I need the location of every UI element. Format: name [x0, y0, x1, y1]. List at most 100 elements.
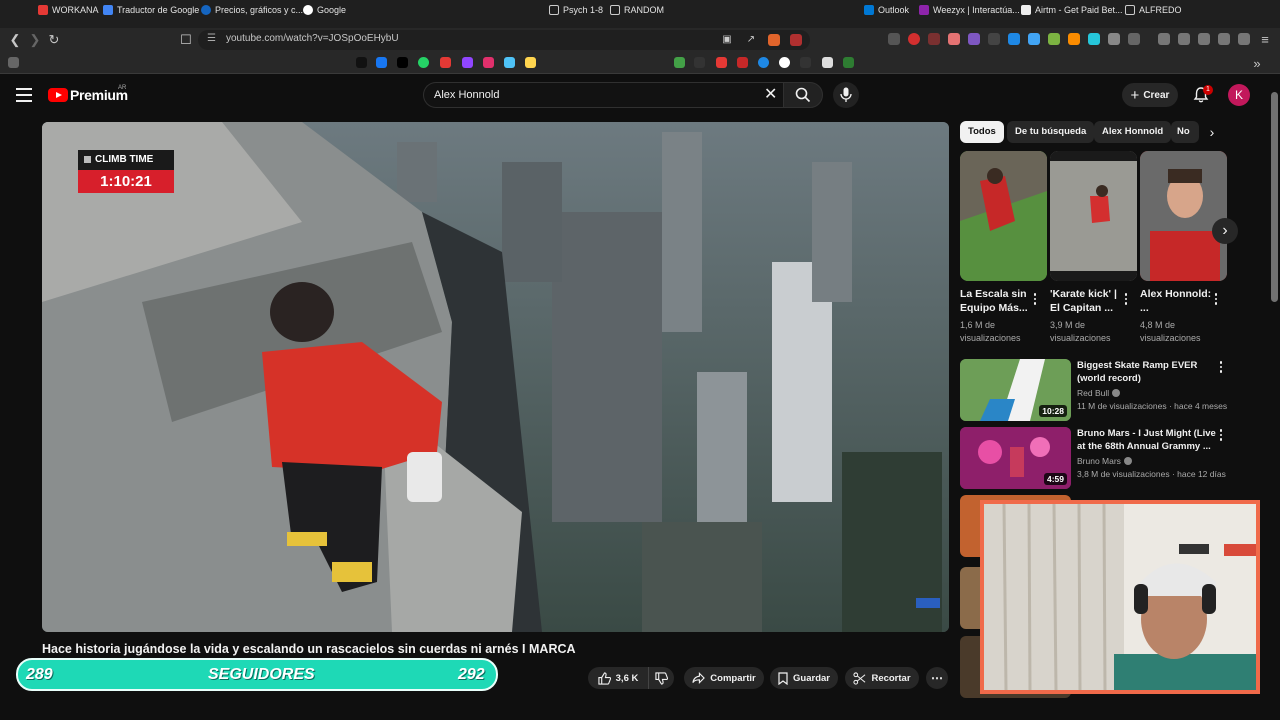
- twitch-icon[interactable]: [462, 57, 473, 68]
- youtube-logo-icon[interactable]: [48, 88, 68, 102]
- extension-icon[interactable]: [1048, 33, 1060, 45]
- bookmark-star-icon[interactable]: ☐: [179, 33, 193, 47]
- bookmark-item[interactable]: Weezyx | Interactúa...: [919, 5, 1020, 15]
- extension-icon[interactable]: [1068, 33, 1080, 45]
- short-title[interactable]: La Escala sin Equipo Más...: [960, 287, 1032, 315]
- clip-button[interactable]: Recortar: [845, 667, 919, 689]
- chips-next-arrow-icon[interactable]: ›: [1200, 121, 1224, 143]
- related-channel[interactable]: Red Bull: [1077, 388, 1121, 398]
- tiktok-icon[interactable]: [356, 57, 367, 68]
- more-actions-button[interactable]: ⋯: [926, 667, 948, 689]
- search-input[interactable]: Alex Honnold: [423, 82, 783, 108]
- reload-icon[interactable]: ↻: [47, 33, 61, 47]
- wallet-icon[interactable]: [1198, 33, 1210, 45]
- forward-icon[interactable]: ❯: [28, 33, 42, 47]
- shorts-next-arrow-icon[interactable]: ›: [1212, 218, 1238, 244]
- related-channel[interactable]: Bruno Mars: [1077, 456, 1132, 466]
- like-button[interactable]: 3,6 K: [588, 667, 648, 689]
- brave-shield-icon[interactable]: [768, 34, 780, 46]
- extensions-puzzle-icon[interactable]: [1108, 33, 1120, 45]
- search-button[interactable]: [783, 82, 823, 108]
- back-icon[interactable]: ❮: [8, 33, 22, 47]
- bookmark-folder[interactable]: ALFREDO: [1125, 5, 1182, 15]
- bookmark-icon[interactable]: [525, 57, 536, 68]
- x-icon[interactable]: [397, 57, 408, 68]
- extension-icon[interactable]: [968, 33, 980, 45]
- short-menu-icon[interactable]: [1033, 293, 1037, 305]
- bookmark-icon[interactable]: [674, 57, 685, 68]
- related-thumbnail[interactable]: 10:28: [960, 359, 1071, 421]
- extension-icon[interactable]: [948, 33, 960, 45]
- chip-from-search[interactable]: De tu búsqueda: [1007, 121, 1095, 143]
- cast-icon[interactable]: ▣: [720, 33, 734, 47]
- bookmark-item[interactable]: Google: [303, 5, 346, 15]
- extension-icon[interactable]: [888, 33, 900, 45]
- create-button[interactable]: + Crear: [1122, 83, 1178, 107]
- related-menu-icon[interactable]: [1219, 361, 1223, 373]
- chip-all[interactable]: Todos: [960, 121, 1004, 143]
- short-title[interactable]: 'Karate kick' | El Capitan ...: [1050, 287, 1122, 315]
- youtube-icon[interactable]: [440, 57, 451, 68]
- extension-icon[interactable]: [908, 33, 920, 45]
- whatsapp-icon[interactable]: [418, 57, 429, 68]
- bookmark-folder[interactable]: Psych 1-8: [549, 5, 603, 15]
- video-player[interactable]: [42, 122, 949, 632]
- save-button[interactable]: Guardar: [770, 667, 838, 689]
- bookmark-icon[interactable]: [737, 57, 748, 68]
- extension-icon[interactable]: [1028, 33, 1040, 45]
- instagram-icon[interactable]: [483, 57, 494, 68]
- bookmark-item[interactable]: WORKANA: [38, 5, 99, 15]
- chip-next[interactable]: No: [1171, 121, 1199, 143]
- guide-menu-icon[interactable]: [16, 88, 32, 102]
- media-controls-icon[interactable]: [1158, 33, 1170, 45]
- google-icon: [303, 5, 313, 15]
- bookmark-folder[interactable]: RANDOM: [610, 5, 664, 15]
- screenshot-icon[interactable]: [1128, 33, 1140, 45]
- bookmark-item[interactable]: Airtm - Get Paid Bet...: [1021, 5, 1123, 15]
- extension-icon[interactable]: [988, 33, 1000, 45]
- related-title[interactable]: Bruno Mars - I Just Might (Live at the 6…: [1077, 427, 1217, 453]
- related-menu-icon[interactable]: [1219, 429, 1223, 441]
- short-menu-icon[interactable]: [1124, 293, 1128, 305]
- brave-rewards-icon[interactable]: [790, 34, 802, 46]
- bookmark-icon[interactable]: [779, 57, 790, 68]
- bookmark-item[interactable]: Outlook: [864, 5, 909, 15]
- address-bar[interactable]: ☰ youtube.com/watch?v=JOSpOoEHybU ▣ ↗: [198, 30, 810, 50]
- bookmark-icon[interactable]: [504, 57, 515, 68]
- short-menu-icon[interactable]: [1214, 293, 1218, 305]
- browser-menu-icon[interactable]: ≡: [1258, 33, 1272, 47]
- bookmark-item[interactable]: Precios, gráficos y c...: [201, 5, 303, 15]
- apps-grid-icon[interactable]: [8, 57, 19, 68]
- chip-alex-honnold[interactable]: Alex Honnold: [1094, 121, 1172, 143]
- bookmark-icon[interactable]: [822, 57, 833, 68]
- bookmark-icon[interactable]: [716, 57, 727, 68]
- leo-ai-icon[interactable]: [1218, 33, 1230, 45]
- verified-icon: [1112, 389, 1121, 397]
- page-scrollbar[interactable]: [1271, 92, 1278, 302]
- sidebar-icon[interactable]: [1178, 33, 1190, 45]
- related-title[interactable]: Biggest Skate Ramp EVER (world record): [1077, 359, 1217, 385]
- bookmark-item[interactable]: Traductor de Google: [103, 5, 199, 15]
- facebook-icon[interactable]: [376, 57, 387, 68]
- short-thumbnail[interactable]: [1050, 151, 1137, 281]
- share-button[interactable]: Compartir: [684, 667, 764, 689]
- bookmark-icon[interactable]: [758, 57, 769, 68]
- site-info-icon[interactable]: ☰: [207, 33, 216, 44]
- more-bookmarks-icon[interactable]: »: [1250, 57, 1264, 71]
- related-thumbnail[interactable]: 4:59: [960, 427, 1071, 489]
- extension-icon[interactable]: [928, 33, 940, 45]
- short-thumbnail[interactable]: [1140, 151, 1227, 281]
- dislike-button[interactable]: [648, 667, 674, 689]
- short-title[interactable]: Alex Honnold: ...: [1140, 287, 1212, 315]
- extension-icon[interactable]: [1088, 33, 1100, 45]
- short-thumbnail[interactable]: [960, 151, 1047, 281]
- extension-icon[interactable]: [1008, 33, 1020, 45]
- vpn-icon[interactable]: [1238, 33, 1250, 45]
- bookmark-icon[interactable]: [800, 57, 811, 68]
- share-icon[interactable]: ↗: [744, 33, 758, 47]
- bookmark-icon[interactable]: [694, 57, 705, 68]
- bookmark-icon[interactable]: [843, 57, 854, 68]
- account-avatar[interactable]: K: [1228, 84, 1250, 106]
- clear-search-icon[interactable]: ✕: [764, 86, 777, 104]
- voice-search-button[interactable]: [833, 82, 859, 108]
